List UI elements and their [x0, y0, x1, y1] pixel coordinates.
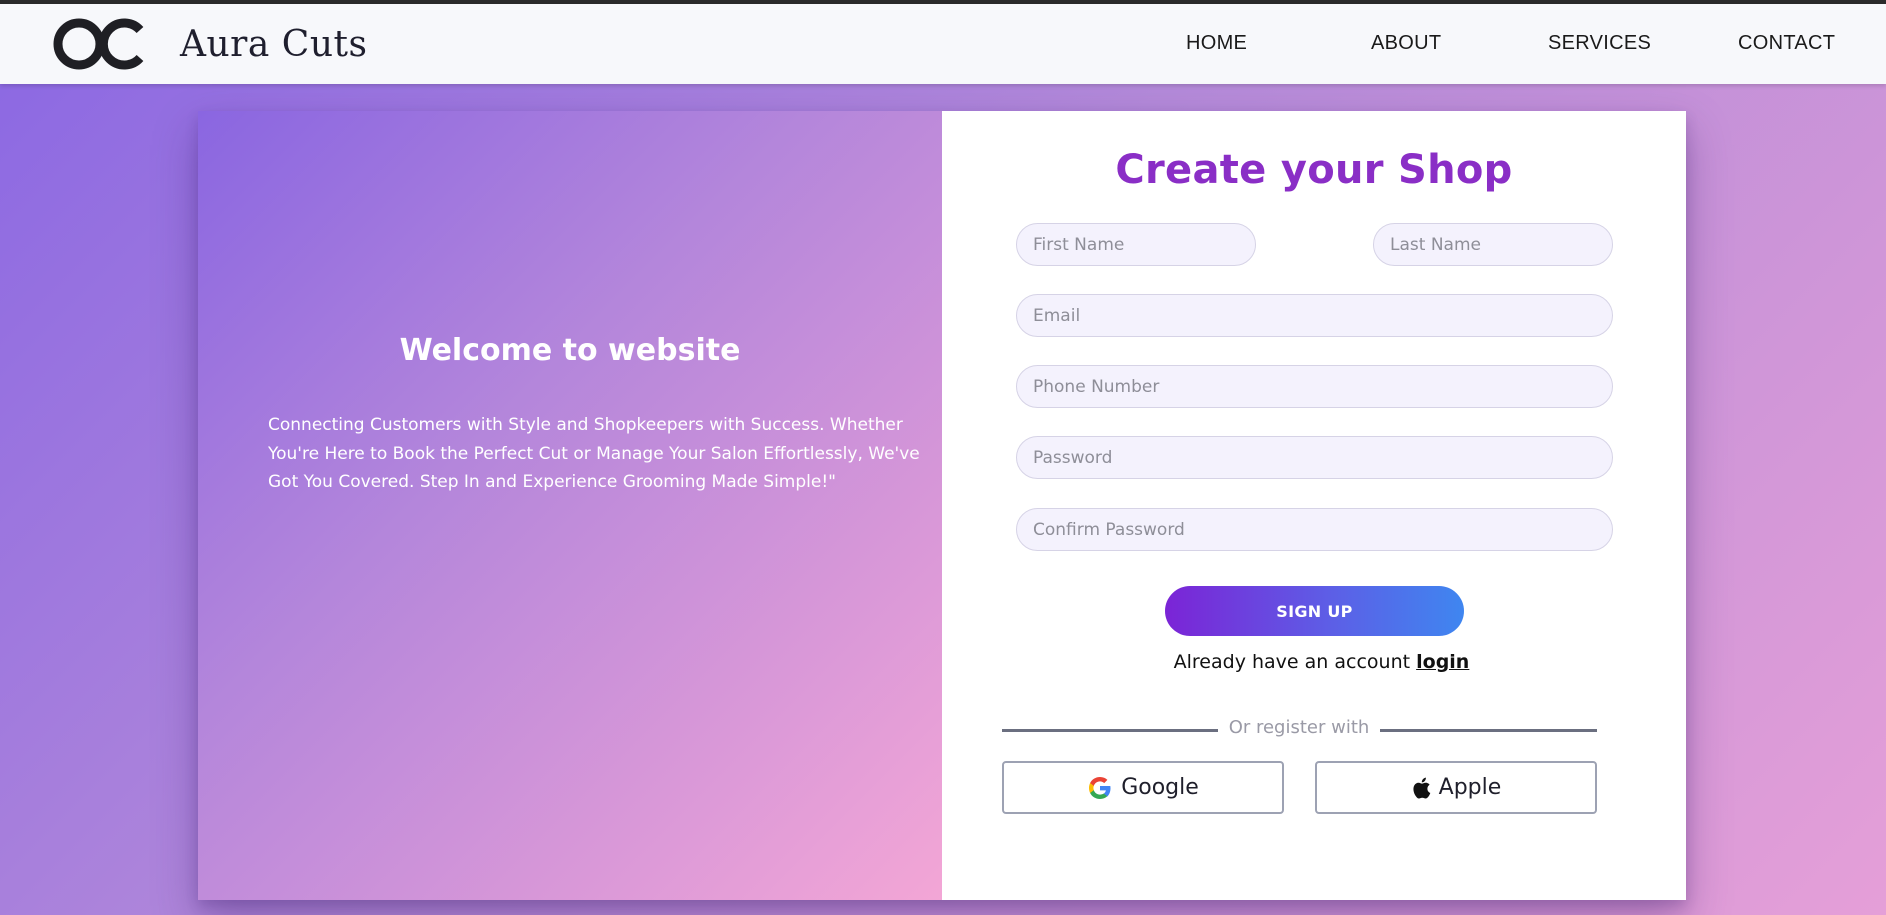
signup-button[interactable]: SIGN UP [1165, 586, 1464, 636]
apple-label: Apple [1438, 775, 1502, 800]
login-link[interactable]: login [1416, 651, 1469, 673]
apple-signup-button[interactable]: Apple [1315, 761, 1597, 814]
welcome-panel: Welcome to website Connecting Customers … [198, 111, 942, 900]
phone-number-input[interactable] [1016, 365, 1613, 408]
signup-card: Welcome to website Connecting Customers … [198, 111, 1686, 900]
signup-form-panel: Create your Shop SIGN UP Already have an… [942, 111, 1686, 900]
confirm-password-input[interactable] [1016, 508, 1613, 551]
navbar: Aura Cuts HOME ABOUT SERVICES CONTACT [0, 4, 1886, 84]
login-prompt-text: Already have an account [1173, 651, 1411, 673]
welcome-tagline: Connecting Customers with Style and Shop… [268, 415, 920, 492]
nav-home[interactable]: HOME [1186, 32, 1247, 55]
first-name-input[interactable] [1016, 223, 1256, 266]
form-title: Create your Shop [1115, 147, 1513, 193]
nav-about[interactable]: ABOUT [1371, 32, 1441, 55]
divider-text: Or register with [1228, 717, 1370, 738]
last-name-input[interactable] [1373, 223, 1613, 266]
nav-contact[interactable]: CONTACT [1738, 32, 1835, 55]
login-prompt: Already have an account login [942, 651, 1701, 673]
email-input[interactable] [1016, 294, 1613, 337]
google-label: Google [1121, 775, 1199, 800]
google-icon [1087, 775, 1113, 801]
password-input[interactable] [1016, 436, 1613, 479]
apple-icon [1411, 776, 1431, 800]
nav-links: HOME ABOUT SERVICES CONTACT [0, 32, 1886, 62]
welcome-heading: Welcome to website [399, 333, 741, 368]
divider-left [1002, 729, 1218, 732]
nav-services[interactable]: SERVICES [1548, 32, 1651, 55]
google-signup-button[interactable]: Google [1002, 761, 1284, 814]
divider-right [1380, 729, 1597, 732]
